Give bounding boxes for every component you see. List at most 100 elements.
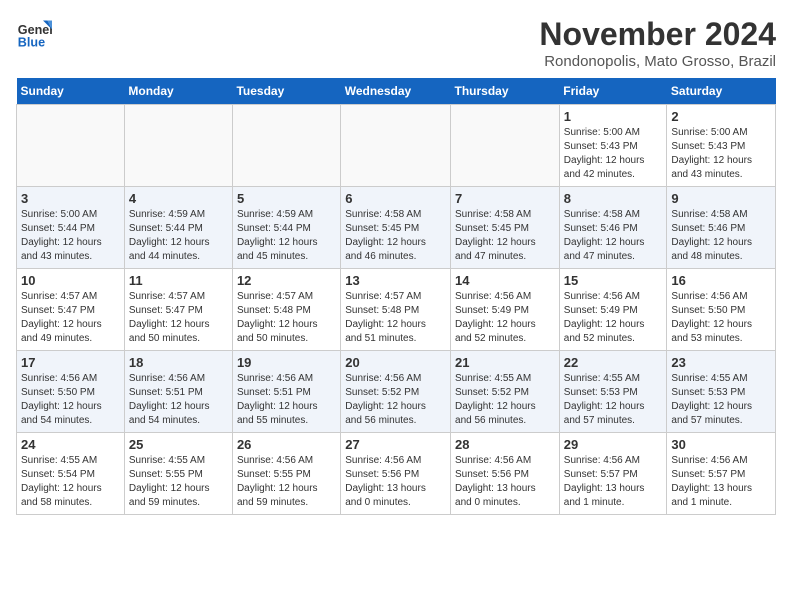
weekday-header-monday: Monday [124, 78, 232, 105]
day-info: Sunrise: 4:56 AM Sunset: 5:57 PM Dayligh… [564, 454, 663, 510]
weekday-header-row: SundayMondayTuesdayWednesdayThursdayFrid… [17, 78, 776, 105]
day-info: Sunrise: 5:00 AM Sunset: 5:43 PM Dayligh… [564, 126, 663, 182]
calendar-cell: 5Sunrise: 4:59 AM Sunset: 5:44 PM Daylig… [232, 187, 340, 269]
calendar-cell: 13 Sunrise: 4:57 AM Sunset: 5:48 PM Dayli… [341, 269, 451, 351]
day-number: 25 [129, 437, 228, 452]
calendar-cell: 3 Sunrise: 5:00 AM Sunset: 5:44 PM Daylig… [17, 187, 125, 269]
day-number: 23 [671, 355, 771, 370]
day-number: 15 [564, 273, 663, 288]
logo: General Blue [16, 16, 52, 52]
calendar-cell: 9Sunrise: 4:58 AM Sunset: 5:46 PM Daylig… [667, 187, 776, 269]
day-number: 27 [345, 437, 446, 452]
day-number: 20 [345, 355, 446, 370]
day-number: 6 [345, 191, 446, 206]
day-number: 17 [21, 355, 120, 370]
calendar-cell: 1 Sunrise: 5:00 AM Sunset: 5:43 PM Daylig… [559, 105, 667, 187]
day-info: Sunrise: 4:55 AM Sunset: 5:55 PM Dayligh… [129, 454, 228, 510]
calendar-cell: 20Sunrise: 4:56 AM Sunset: 5:52 PM Dayli… [341, 351, 451, 433]
calendar-cell: 12 Sunrise: 4:57 AM Sunset: 5:48 PM Dayli… [232, 269, 340, 351]
week-row-3: 17 Sunrise: 4:56 AM Sunset: 5:50 PM Dayli… [17, 351, 776, 433]
calendar-cell [17, 105, 125, 187]
calendar-table: SundayMondayTuesdayWednesdayThursdayFrid… [16, 78, 776, 515]
week-row-0: 1 Sunrise: 5:00 AM Sunset: 5:43 PM Daylig… [17, 105, 776, 187]
calendar-cell: 8 Sunrise: 4:58 AM Sunset: 5:46 PM Daylig… [559, 187, 667, 269]
weekday-header-thursday: Thursday [451, 78, 560, 105]
calendar-cell: 19 Sunrise: 4:56 AM Sunset: 5:51 PM Dayli… [232, 351, 340, 433]
day-info: Sunrise: 4:57 AM Sunset: 5:47 PM Dayligh… [21, 290, 120, 346]
day-info: Sunrise: 4:58 AM Sunset: 5:46 PM Dayligh… [671, 208, 771, 264]
calendar-cell: 30 Sunrise: 4:56 AM Sunset: 5:57 PM Dayli… [667, 433, 776, 515]
calendar-cell: 11Sunrise: 4:57 AM Sunset: 5:47 PM Dayli… [124, 269, 232, 351]
day-number: 1 [564, 109, 663, 124]
calendar-cell: 4Sunrise: 4:59 AM Sunset: 5:44 PM Daylig… [124, 187, 232, 269]
weekday-header-saturday: Saturday [667, 78, 776, 105]
day-info: Sunrise: 4:56 AM Sunset: 5:56 PM Dayligh… [455, 454, 555, 510]
day-number: 29 [564, 437, 663, 452]
calendar-cell: 21Sunrise: 4:55 AM Sunset: 5:52 PM Dayli… [451, 351, 560, 433]
day-info: Sunrise: 4:58 AM Sunset: 5:46 PM Dayligh… [564, 208, 663, 264]
day-info: Sunrise: 4:56 AM Sunset: 5:55 PM Dayligh… [237, 454, 336, 510]
calendar-cell: 27 Sunrise: 4:56 AM Sunset: 5:56 PM Dayli… [341, 433, 451, 515]
week-row-1: 3 Sunrise: 5:00 AM Sunset: 5:44 PM Daylig… [17, 187, 776, 269]
svg-text:Blue: Blue [18, 36, 45, 50]
calendar-cell: 15 Sunrise: 4:56 AM Sunset: 5:49 PM Dayli… [559, 269, 667, 351]
day-info: Sunrise: 4:56 AM Sunset: 5:50 PM Dayligh… [671, 290, 771, 346]
day-info: Sunrise: 4:59 AM Sunset: 5:44 PM Dayligh… [129, 208, 228, 264]
weekday-header-tuesday: Tuesday [232, 78, 340, 105]
day-info: Sunrise: 4:58 AM Sunset: 5:45 PM Dayligh… [455, 208, 555, 264]
day-number: 8 [564, 191, 663, 206]
calendar-cell [341, 105, 451, 187]
calendar-cell [451, 105, 560, 187]
day-number: 7 [455, 191, 555, 206]
day-number: 16 [671, 273, 771, 288]
calendar-cell: 6 Sunrise: 4:58 AM Sunset: 5:45 PM Daylig… [341, 187, 451, 269]
day-info: Sunrise: 5:00 AM Sunset: 5:43 PM Dayligh… [671, 126, 771, 182]
day-number: 30 [671, 437, 771, 452]
page-header: General Blue November 2024 Rondonopolis,… [16, 16, 776, 70]
day-info: Sunrise: 4:56 AM Sunset: 5:49 PM Dayligh… [564, 290, 663, 346]
day-info: Sunrise: 4:56 AM Sunset: 5:49 PM Dayligh… [455, 290, 555, 346]
day-info: Sunrise: 4:56 AM Sunset: 5:57 PM Dayligh… [671, 454, 771, 510]
day-number: 19 [237, 355, 336, 370]
calendar-cell: 23 Sunrise: 4:55 AM Sunset: 5:53 PM Dayli… [667, 351, 776, 433]
day-number: 28 [455, 437, 555, 452]
day-number: 24 [21, 437, 120, 452]
weekday-header-sunday: Sunday [17, 78, 125, 105]
calendar-cell: 17 Sunrise: 4:56 AM Sunset: 5:50 PM Dayli… [17, 351, 125, 433]
day-info: Sunrise: 4:57 AM Sunset: 5:48 PM Dayligh… [237, 290, 336, 346]
calendar-cell [124, 105, 232, 187]
calendar-cell [232, 105, 340, 187]
day-number: 3 [21, 191, 120, 206]
calendar-cell: 29 Sunrise: 4:56 AM Sunset: 5:57 PM Dayli… [559, 433, 667, 515]
day-info: Sunrise: 4:57 AM Sunset: 5:48 PM Dayligh… [345, 290, 446, 346]
day-number: 13 [345, 273, 446, 288]
day-number: 26 [237, 437, 336, 452]
calendar-cell: 18Sunrise: 4:56 AM Sunset: 5:51 PM Dayli… [124, 351, 232, 433]
calendar-cell: 2Sunrise: 5:00 AM Sunset: 5:43 PM Daylig… [667, 105, 776, 187]
day-number: 12 [237, 273, 336, 288]
calendar-cell: 28 Sunrise: 4:56 AM Sunset: 5:56 PM Dayli… [451, 433, 560, 515]
week-row-4: 24 Sunrise: 4:55 AM Sunset: 5:54 PM Dayli… [17, 433, 776, 515]
day-number: 22 [564, 355, 663, 370]
day-info: Sunrise: 4:59 AM Sunset: 5:44 PM Dayligh… [237, 208, 336, 264]
day-info: Sunrise: 4:56 AM Sunset: 5:51 PM Dayligh… [237, 372, 336, 428]
day-number: 11 [129, 273, 228, 288]
day-number: 14 [455, 273, 555, 288]
calendar-cell: 22 Sunrise: 4:55 AM Sunset: 5:53 PM Dayli… [559, 351, 667, 433]
day-info: Sunrise: 4:55 AM Sunset: 5:53 PM Dayligh… [564, 372, 663, 428]
day-info: Sunrise: 4:58 AM Sunset: 5:45 PM Dayligh… [345, 208, 446, 264]
calendar-cell: 14 Sunrise: 4:56 AM Sunset: 5:49 PM Dayli… [451, 269, 560, 351]
day-info: Sunrise: 4:56 AM Sunset: 5:50 PM Dayligh… [21, 372, 120, 428]
calendar-cell: 25 Sunrise: 4:55 AM Sunset: 5:55 PM Dayli… [124, 433, 232, 515]
day-info: Sunrise: 4:55 AM Sunset: 5:54 PM Dayligh… [21, 454, 120, 510]
calendar-cell: 7 Sunrise: 4:58 AM Sunset: 5:45 PM Daylig… [451, 187, 560, 269]
day-number: 21 [455, 355, 555, 370]
calendar-cell: 16 Sunrise: 4:56 AM Sunset: 5:50 PM Dayli… [667, 269, 776, 351]
day-info: Sunrise: 5:00 AM Sunset: 5:44 PM Dayligh… [21, 208, 120, 264]
day-info: Sunrise: 4:56 AM Sunset: 5:56 PM Dayligh… [345, 454, 446, 510]
calendar-cell: 10Sunrise: 4:57 AM Sunset: 5:47 PM Dayli… [17, 269, 125, 351]
logo-icon: General Blue [16, 16, 52, 52]
day-info: Sunrise: 4:55 AM Sunset: 5:53 PM Dayligh… [671, 372, 771, 428]
weekday-header-wednesday: Wednesday [341, 78, 451, 105]
calendar-title: November 2024 [539, 16, 776, 53]
